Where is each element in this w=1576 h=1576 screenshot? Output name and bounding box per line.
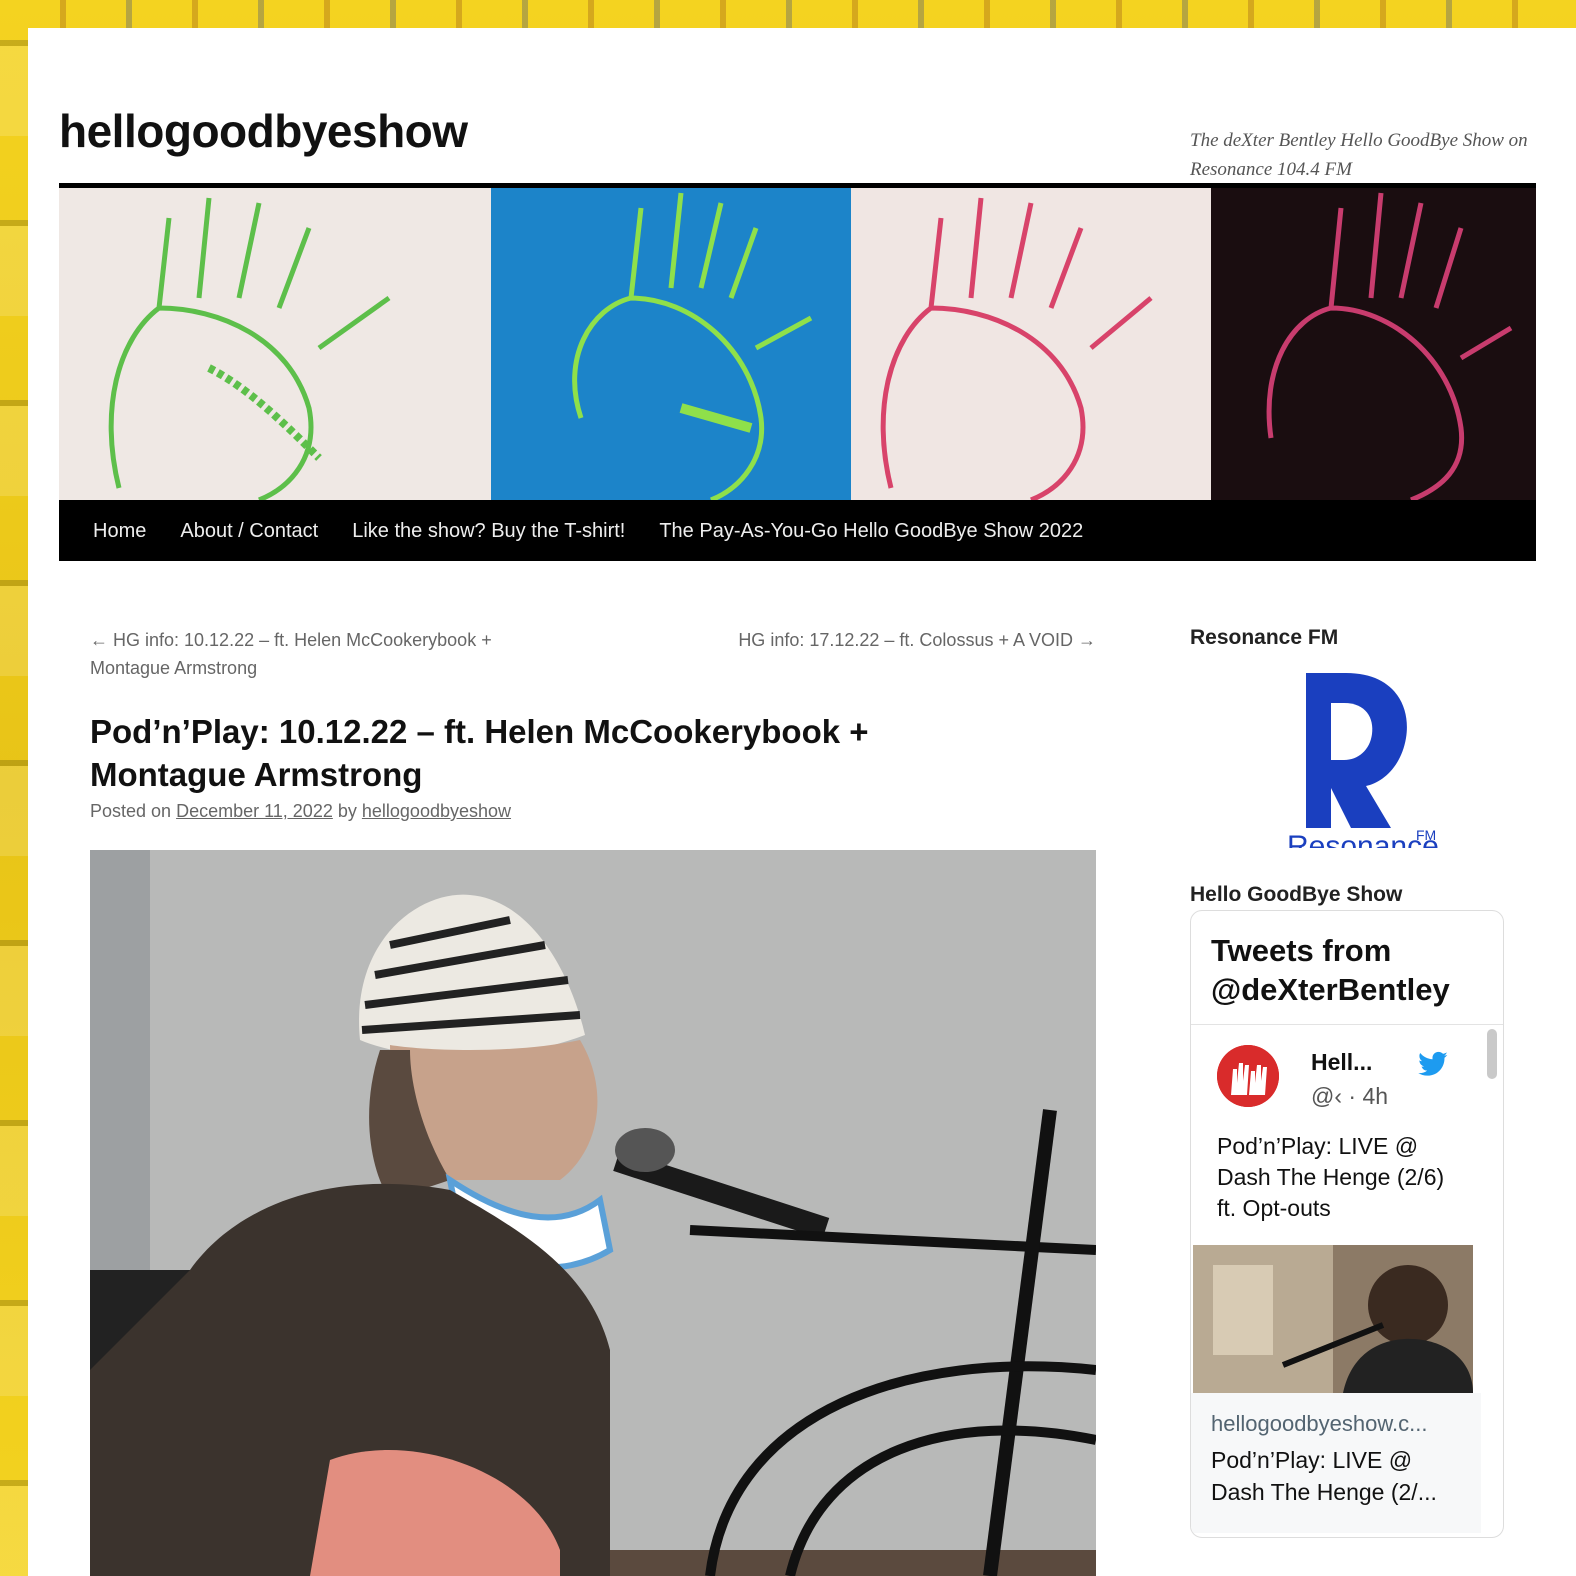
meta-prefix: Posted on (90, 801, 172, 821)
twitter-divider (1191, 1024, 1503, 1025)
twitter-bird-icon[interactable] (1417, 1051, 1449, 1079)
post-featured-photo (90, 850, 1096, 1576)
nav-buy-tshirt[interactable]: Like the show? Buy the T-shirt! (352, 520, 625, 543)
tweet-link-title[interactable]: Pod’n’Play: LIVE @ Dash The Henge (2/... (1211, 1444, 1461, 1508)
twitter-timeline-header[interactable]: Tweets from @deXterBentley (1211, 931, 1481, 1009)
header-banner[interactable] (59, 183, 1536, 501)
banner-shirt-white-pink (851, 188, 1211, 500)
nav-payg-show[interactable]: The Pay-As-You-Go Hello GoodBye Show 202… (659, 520, 1083, 543)
next-post-link[interactable]: HG info: 17.12.22 – ft. Colossus + A VOI… (718, 626, 1096, 654)
nav-about-contact[interactable]: About / Contact (180, 520, 318, 543)
twitter-widget-title: Hello GoodBye Show (1190, 883, 1403, 906)
site-tagline: The deXter Bentley Hello GoodBye Show on… (1190, 130, 1528, 180)
main-nav: Home About / Contact Like the show? Buy … (59, 501, 1536, 561)
resonance-fm-logo[interactable]: Resonance FM (1256, 668, 1442, 863)
site-title[interactable]: hellogoodbyeshow (59, 104, 468, 158)
nav-home[interactable]: Home (93, 520, 146, 543)
tweet-link-domain[interactable]: hellogoodbyeshow.c... (1211, 1411, 1428, 1437)
tweet-text[interactable]: Pod’n’Play: LIVE @ Dash The Henge (2/6) … (1217, 1131, 1457, 1224)
tweet-avatar[interactable] (1217, 1045, 1279, 1107)
tweet-media-image[interactable] (1193, 1245, 1473, 1393)
post-date-link[interactable]: December 11, 2022 (176, 801, 333, 821)
twitter-timeline-widget: Tweets from @deXterBentley Hell... @‹ · … (1190, 910, 1504, 1538)
twitter-scrollbar[interactable] (1487, 1029, 1497, 1079)
banner-shirt-blue-green (491, 188, 851, 500)
tweet-author-name[interactable]: Hell... (1311, 1049, 1372, 1076)
banner-shirt-white-green (59, 188, 491, 500)
post-author-link[interactable]: hellogoodbyeshow (362, 801, 511, 821)
meta-by: by (337, 801, 357, 821)
resonance-logo-sup: FM (1416, 827, 1436, 843)
post-title[interactable]: Pod’n’Play: 10.12.22 – ft. Helen McCooke… (90, 710, 990, 796)
page-container: hellogoodbyeshow The deXter Bentley Hell… (28, 28, 1576, 1576)
resonance-widget-title: Resonance FM (1190, 626, 1339, 649)
tweet-handle-time[interactable]: @‹ · 4h (1311, 1083, 1388, 1110)
post-meta: Posted on December 11, 2022 by hellogood… (90, 801, 511, 822)
banner-shirt-black-pink (1211, 188, 1536, 500)
previous-post-link[interactable]: ← HG info: 10.12.22 – ft. Helen McCooker… (90, 626, 550, 682)
